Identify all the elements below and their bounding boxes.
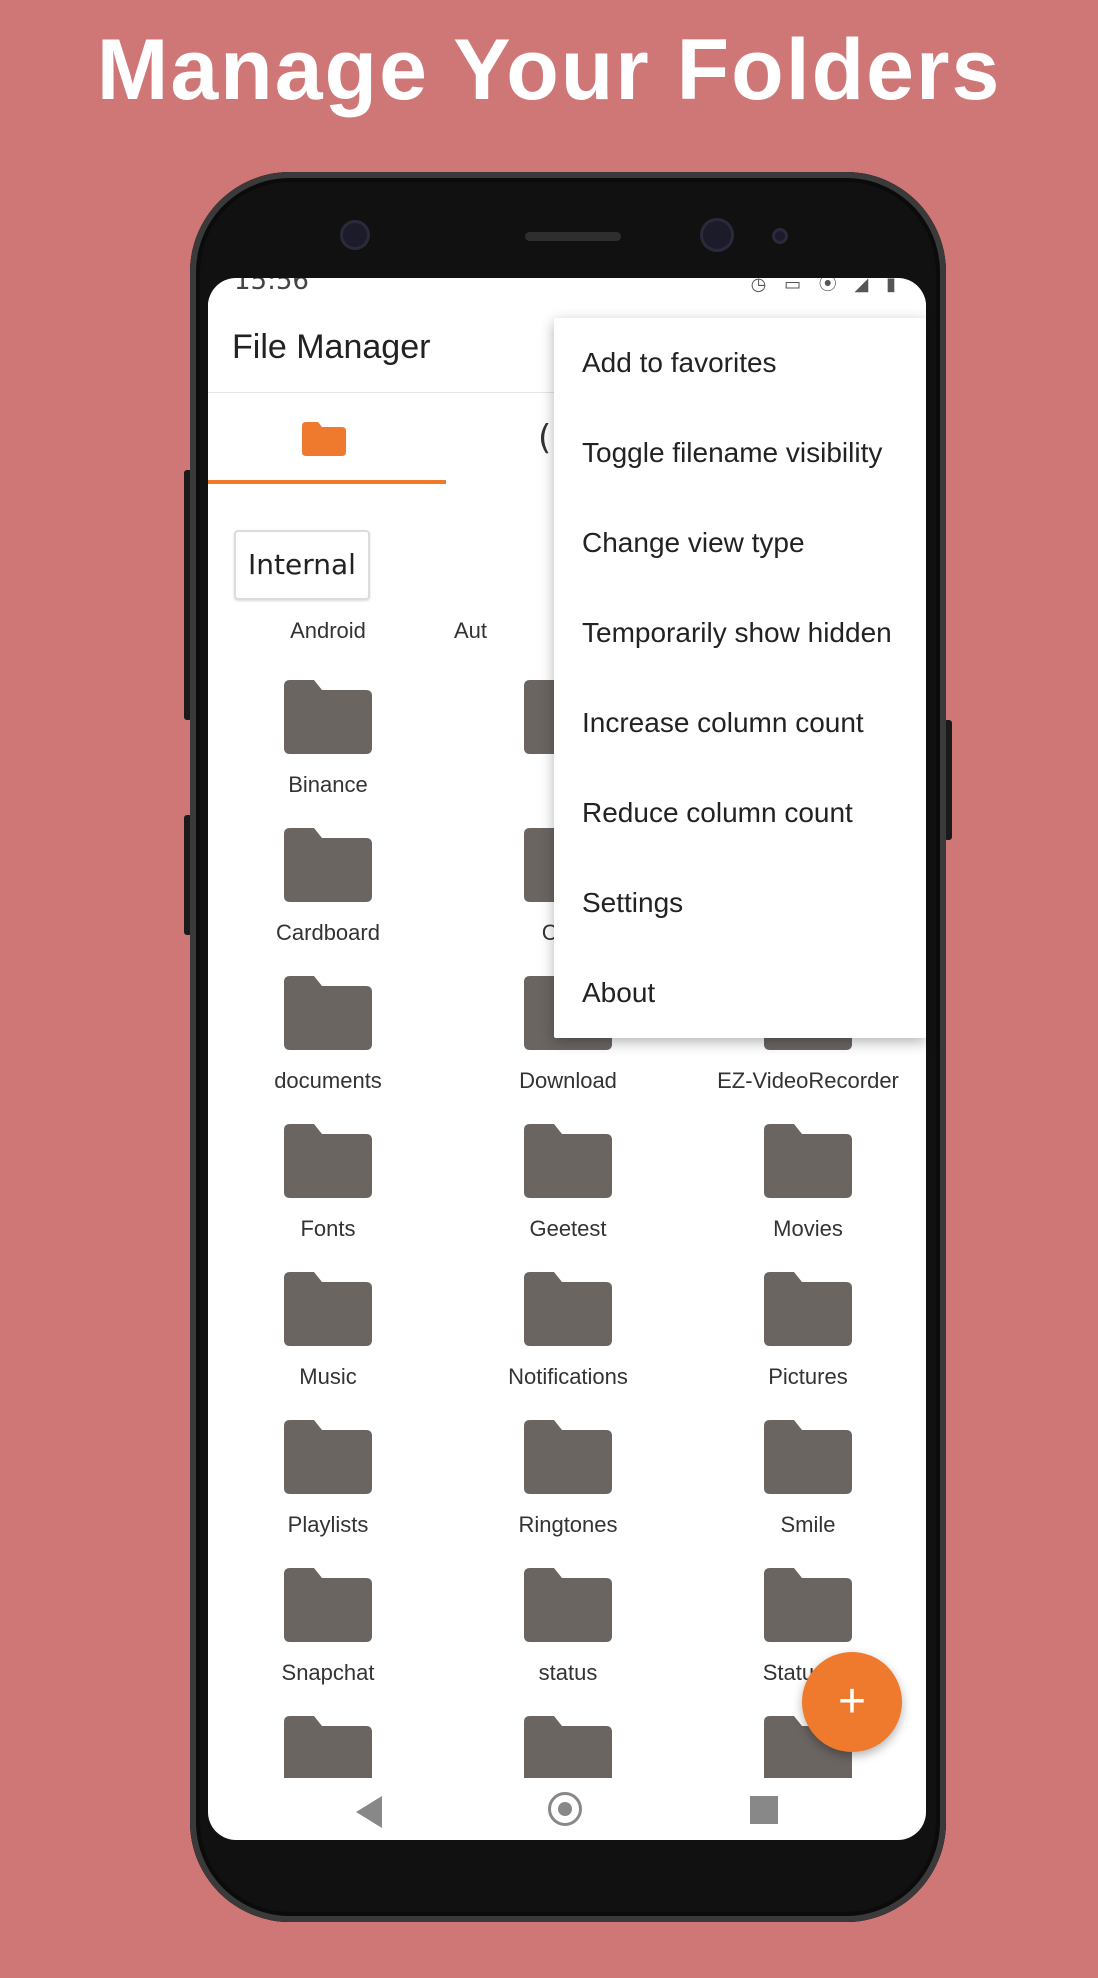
folder-item[interactable]: Fonts — [208, 1124, 448, 1272]
folder-label: Playlists — [287, 1512, 369, 1537]
folder-icon — [764, 1272, 852, 1346]
earpiece-speaker — [525, 232, 621, 241]
menu-item[interactable]: Increase column count — [554, 678, 926, 768]
folder-label[interactable]: Android — [208, 618, 448, 644]
folder-item[interactable]: Snapchat — [208, 1568, 448, 1716]
folder-icon — [284, 1272, 372, 1346]
menu-item[interactable]: Settings — [554, 858, 926, 948]
front-sensor-icon — [340, 220, 370, 250]
folder-label: documents — [274, 1068, 382, 1093]
plus-icon: + — [837, 1675, 867, 1728]
tab-folders[interactable] — [208, 394, 446, 484]
folder-item[interactable]: Notifications — [448, 1272, 688, 1420]
proximity-sensor-icon — [772, 228, 788, 244]
folder-label: Snapchat — [281, 1660, 375, 1685]
folder-item[interactable] — [208, 1716, 448, 1778]
folder-item[interactable]: Cardboard — [208, 828, 448, 976]
folder-icon — [764, 1420, 852, 1494]
menu-item[interactable]: Reduce column count — [554, 768, 926, 858]
menu-item[interactable]: Temporarily show hidden — [554, 588, 926, 678]
navigation-bar — [208, 1786, 926, 1840]
folder-icon — [284, 680, 372, 754]
folder-label: Music — [299, 1364, 357, 1389]
folder-icon — [524, 1272, 612, 1346]
folder-item[interactable]: Music — [208, 1272, 448, 1420]
menu-item[interactable]: About — [554, 948, 926, 1038]
folder-icon — [764, 1124, 852, 1198]
menu-item[interactable]: Toggle filename visibility — [554, 408, 926, 498]
back-icon[interactable] — [356, 1796, 382, 1828]
folder-icon — [284, 1420, 372, 1494]
folder-label[interactable]: Aut — [454, 618, 514, 644]
folder-icon — [524, 1716, 612, 1778]
folder-label: Cardboard — [276, 920, 380, 945]
folder-label: Smile — [780, 1512, 836, 1537]
folder-label: Binance — [288, 772, 368, 797]
folder-item[interactable]: Playlists — [208, 1420, 448, 1568]
folder-icon — [284, 828, 372, 902]
folder-item[interactable]: Movies — [688, 1124, 926, 1272]
folder-label: Fonts — [300, 1216, 356, 1241]
folder-icon — [524, 1124, 612, 1198]
folder-label: EZ-VideoRecorder — [717, 1068, 899, 1093]
folder-label: Notifications — [508, 1364, 628, 1389]
recents-icon[interactable] — [750, 1796, 778, 1824]
status-bar: 15:56 ◷ ▭ ⦿ ◢ ▮ — [208, 278, 926, 298]
folder-item[interactable]: Geetest — [448, 1124, 688, 1272]
folder-item[interactable]: Smile — [688, 1420, 926, 1568]
folder-icon — [524, 1420, 612, 1494]
front-camera-icon — [700, 218, 734, 252]
status-icons: ◷ ▭ ⦿ ◢ ▮ — [750, 278, 902, 295]
folder-label: Ringtones — [518, 1512, 618, 1537]
promo-title: Manage Your Folders — [96, 22, 1002, 118]
page-title: File Manager — [232, 328, 431, 366]
folder-label: Download — [519, 1068, 617, 1093]
folder-item[interactable]: Ringtones — [448, 1420, 688, 1568]
folder-label: Pictures — [768, 1364, 848, 1389]
folder-item[interactable]: Binance — [208, 680, 448, 828]
folder-icon — [284, 1716, 372, 1778]
folder-item[interactable]: documents — [208, 976, 448, 1124]
folder-label: Geetest — [529, 1216, 607, 1241]
folder-icon — [284, 976, 372, 1050]
folder-label: status — [538, 1660, 598, 1685]
folder-item[interactable] — [448, 1716, 688, 1778]
folder-icon — [284, 1124, 372, 1198]
folder-label: Movies — [773, 1216, 843, 1241]
status-time: 15:56 — [234, 278, 309, 296]
home-icon[interactable] — [548, 1792, 582, 1826]
storage-chip-internal[interactable]: Internal — [234, 530, 370, 600]
menu-item[interactable]: Add to favorites — [554, 318, 926, 408]
add-fab-button[interactable]: + — [802, 1652, 902, 1752]
folder-item[interactable]: status — [448, 1568, 688, 1716]
tab-other[interactable]: ( — [538, 418, 551, 458]
folder-icon — [302, 422, 346, 456]
menu-item[interactable]: Change view type — [554, 498, 926, 588]
overflow-menu: Add to favorites Toggle filename visibili… — [554, 318, 926, 1038]
folder-icon — [764, 1568, 852, 1642]
folder-icon — [284, 1568, 372, 1642]
folder-icon — [524, 1568, 612, 1642]
folder-item[interactable]: Pictures — [688, 1272, 926, 1420]
